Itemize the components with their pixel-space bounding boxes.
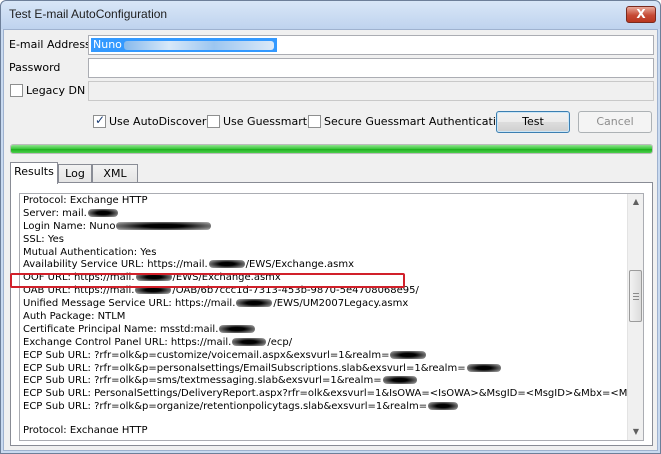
results-textbox[interactable]: Protocol: Exchange HTTP Server: mail. Lo… [19, 193, 644, 441]
progress-bar [10, 144, 653, 154]
use-guessmart-label: Use Guessmart [223, 115, 308, 128]
title-bar[interactable]: Test E-mail AutoConfiguration X [1, 1, 660, 29]
redacted-email-domain [123, 40, 274, 50]
scroll-up-arrow-icon[interactable]: ▲ [628, 194, 643, 210]
secure-guessmart-checkbox[interactable] [308, 115, 321, 128]
use-autodiscover-checkbox[interactable] [93, 113, 106, 128]
use-guessmart-checkbox[interactable] [207, 115, 220, 128]
close-button[interactable]: X [626, 6, 656, 23]
tab-xml[interactable]: XML [92, 164, 138, 184]
dialog-client-area: E-mail Address Nuno Password Legacy DN U… [3, 29, 658, 451]
results-lines: Protocol: Exchange HTTP Server: mail. Lo… [23, 195, 644, 434]
autoconfig-window: Test E-mail AutoConfiguration X E-mail A… [0, 0, 661, 454]
email-value: Nuno [93, 38, 122, 51]
result-line: SSL: Yes [23, 233, 64, 245]
test-button[interactable]: Test [496, 111, 570, 133]
password-field[interactable] [88, 58, 654, 78]
result-line: Unified Message Service URL: https://mai… [23, 298, 409, 310]
result-line: ECP Sub URL: PersonalSettings/DeliveryRe… [23, 388, 644, 400]
legacy-dn-field[interactable] [88, 81, 654, 101]
result-line: Login Name: Nuno [23, 221, 631, 234]
use-autodiscover-label: Use AutoDiscover [109, 115, 207, 128]
window-title: Test E-mail AutoConfiguration [9, 7, 168, 21]
oab-url-highlight-box [10, 273, 405, 288]
result-line: Availability Service URL: https://mail. /… [23, 259, 355, 271]
legacy-dn-checkbox[interactable] [10, 84, 23, 97]
result-line: ECP Sub URL: ?rfr=olk&p=personalsettings… [23, 363, 631, 376]
results-panel: Protocol: Exchange HTTP Server: mail. Lo… [10, 182, 653, 446]
result-line: Protocol: Exchange HTTP [23, 425, 148, 434]
password-label: Password [9, 61, 61, 74]
result-line: Protocol: Exchange HTTP [23, 195, 148, 206]
result-line: ECP Sub URL: ?rfr=olk&p=organize/retenti… [23, 401, 631, 414]
tab-results[interactable]: Results [10, 162, 58, 184]
result-line: ECP Sub URL: ?rfr=olk&p=sms/textmessagin… [23, 375, 631, 388]
result-line: Exchange Control Panel URL: https://mail… [23, 336, 293, 348]
grip-icon [633, 293, 639, 300]
email-selected-text: Nuno [91, 38, 277, 52]
legacy-dn-label: Legacy DN [26, 84, 86, 97]
result-line: Auth Package: NTLM [23, 311, 126, 323]
result-line: Mutual Authentication: Yes [23, 246, 157, 258]
result-line: Server: mail. [23, 208, 631, 221]
email-label: E-mail Address [9, 38, 91, 51]
scrollbar-thumb[interactable] [629, 270, 642, 322]
progress-fill [11, 145, 652, 153]
result-line: Certificate Principal Name: msstd:mail. [23, 324, 631, 337]
secure-guessmart-label: Secure Guessmart Authentication [324, 115, 510, 128]
results-scrollbar[interactable]: ▲ ▼ [627, 194, 643, 440]
email-field[interactable]: Nuno [88, 35, 654, 55]
result-line: ECP Sub URL: ?rfr=olk&p=customize/voicem… [23, 350, 631, 363]
tab-log[interactable]: Log [58, 164, 92, 184]
scroll-down-arrow-icon[interactable]: ▼ [628, 424, 643, 440]
cancel-button[interactable]: Cancel [578, 111, 652, 133]
